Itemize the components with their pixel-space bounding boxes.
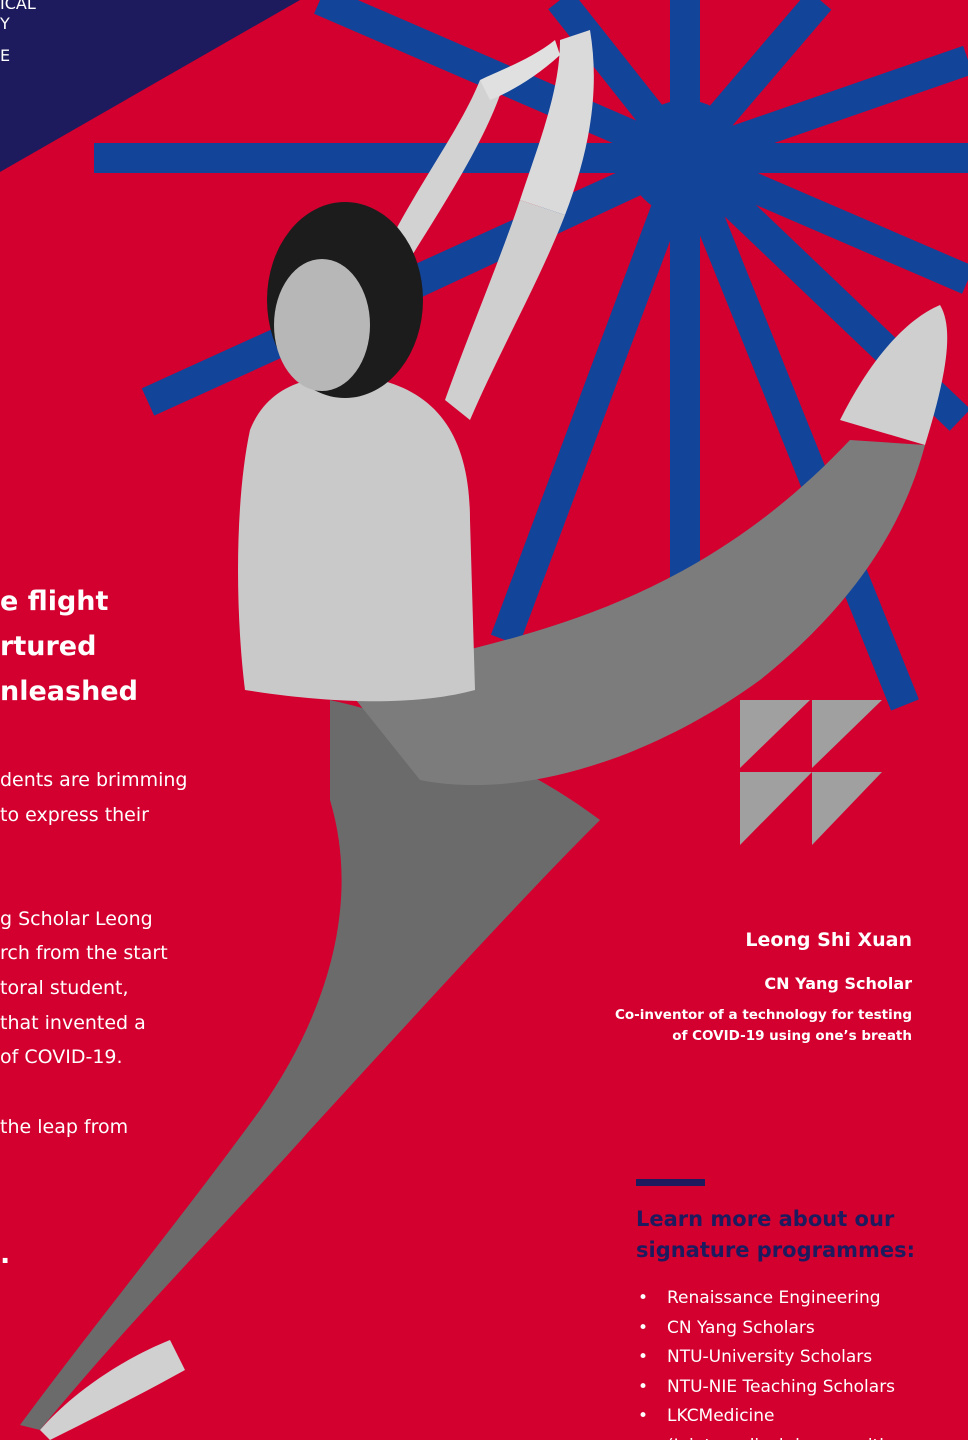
learn-more-heading-line-1: Learn more about our: [636, 1207, 895, 1231]
body-line: g Scholar Leong: [0, 908, 153, 930]
brochure-page: ICAL Y E e flight rtured nleashed dents …: [0, 0, 968, 1440]
body-line: of COVID-19.: [0, 1046, 123, 1068]
programme-item: Renaissance Engineering: [636, 1284, 895, 1314]
programme-list: Renaissance Engineering CN Yang Scholars…: [636, 1284, 895, 1440]
programme-item: NTU-University Scholars: [636, 1343, 895, 1373]
quote-title: CN Yang Scholar: [764, 974, 912, 993]
quote-mark-graphic: [740, 700, 882, 845]
programme-item: CN Yang Scholars: [636, 1314, 895, 1344]
quote-description-line-2: of COVID-19 using one’s breath: [672, 1028, 912, 1044]
programme-item: (Joint medical degree with: [636, 1432, 895, 1440]
heading-line-1: e flight: [0, 586, 109, 617]
programme-item: NTU-NIE Teaching Scholars: [636, 1373, 895, 1403]
top-left-fragment-2: Y: [0, 14, 10, 33]
heading-line-2: rtured: [0, 631, 97, 662]
body-line: toral student,: [0, 977, 129, 999]
body-line: that invented a: [0, 1012, 146, 1034]
programme-item: LKCMedicine: [636, 1402, 895, 1432]
starburst-center: [627, 100, 743, 216]
body-line: dents are brimming: [0, 769, 188, 791]
heading-line-3: nleashed: [0, 676, 138, 707]
top-left-fragment-1: ICAL: [0, 0, 36, 13]
body-line: .: [0, 1239, 11, 1270]
learn-more-heading-line-2: signature programmes:: [636, 1238, 916, 1262]
learn-more-rule: [636, 1179, 705, 1186]
top-left-fragment-3: E: [0, 46, 11, 65]
body-line: to express their: [0, 804, 149, 826]
body-line: rch from the start: [0, 942, 168, 964]
body-line: the leap from: [0, 1116, 129, 1138]
quote-description-line-1: Co-inventor of a technology for testing: [614, 1007, 912, 1023]
quote-name: Leong Shi Xuan: [745, 929, 912, 951]
